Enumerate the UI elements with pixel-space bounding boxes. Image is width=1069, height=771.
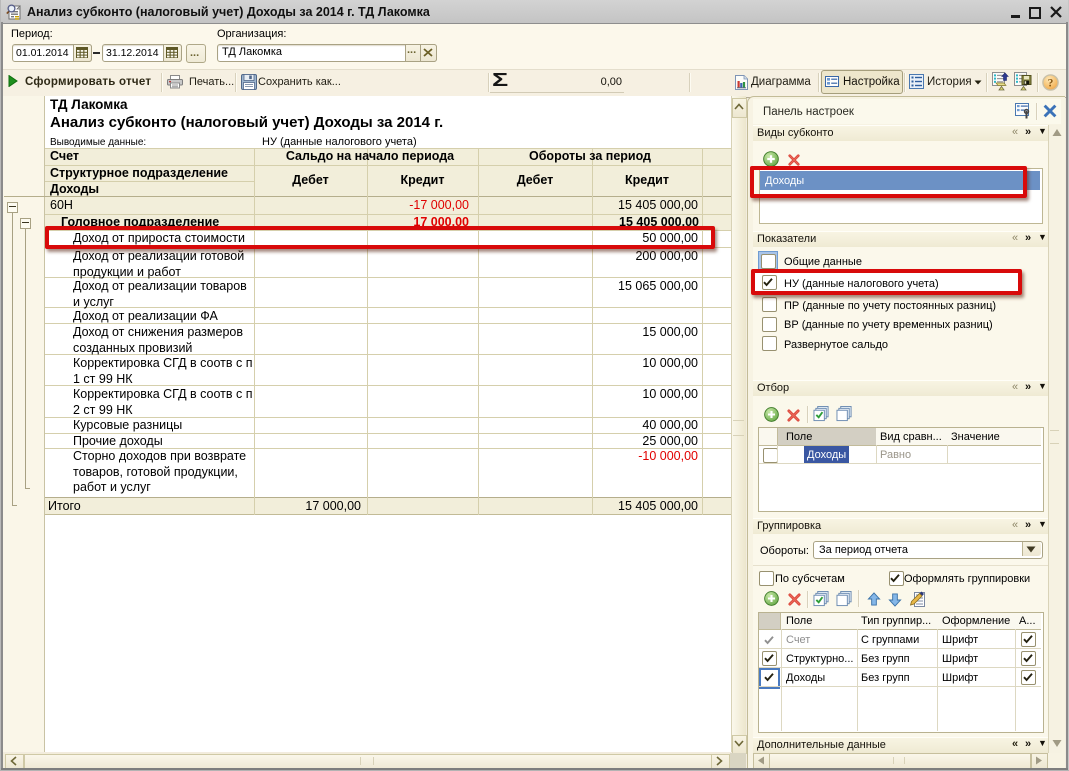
svg-text:?: ? [1048, 78, 1054, 90]
